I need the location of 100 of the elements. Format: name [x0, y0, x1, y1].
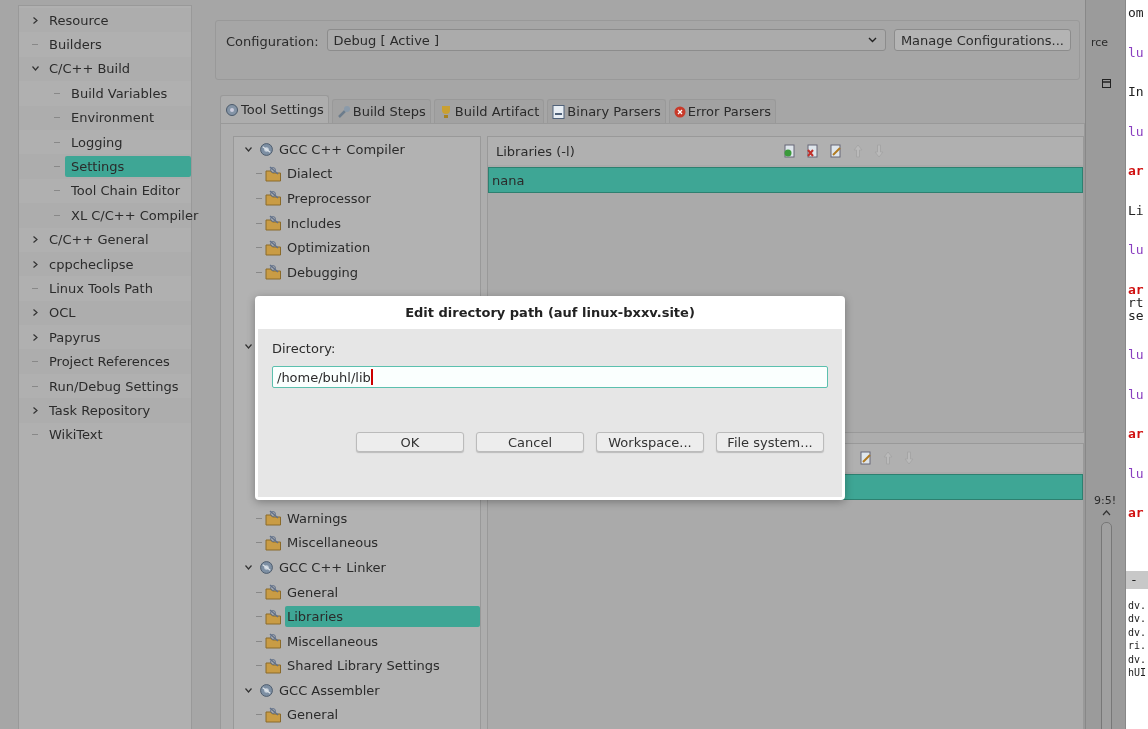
- dialog-button[interactable]: File system...: [716, 432, 824, 452]
- tree-item[interactable]: Dialect: [285, 163, 339, 185]
- tab[interactable]: Binary Parsers: [547, 99, 666, 123]
- configuration-label: Configuration:: [226, 33, 319, 49]
- folder-icon: [265, 657, 282, 674]
- dialog-button[interactable]: OK: [356, 432, 464, 452]
- code-line: se: [1128, 308, 1145, 322]
- minimize-icon[interactable]: [1102, 79, 1111, 88]
- panel-header: -: [1126, 571, 1148, 589]
- scrollbar[interactable]: [1101, 522, 1112, 729]
- folder-icon: [265, 707, 282, 723]
- tree-item[interactable]: XL C/C++ Compiler: [65, 204, 207, 226]
- chevron-right-icon[interactable]: [31, 333, 39, 341]
- tab[interactable]: Build Artifact: [433, 99, 545, 123]
- tree-item[interactable]: GCC Assembler: [277, 679, 386, 701]
- tree-item[interactable]: Preprocessor: [285, 188, 377, 209]
- folder-icon: [265, 215, 282, 232]
- dialog-title: Edit directory path (auf linux-bxxv.site): [404, 304, 696, 322]
- tree-item[interactable]: Miscellaneous: [285, 532, 385, 554]
- delete-icon[interactable]: [806, 144, 820, 158]
- code-line: ar: [1128, 282, 1145, 296]
- chevron-down-icon[interactable]: [244, 145, 252, 153]
- list-item[interactable]: nana: [488, 167, 1083, 193]
- gear-icon: [259, 682, 274, 698]
- tree-item[interactable]: Linux Tools Path: [43, 278, 161, 299]
- tree-item[interactable]: Run/Debug Settings: [43, 375, 187, 397]
- tree-item[interactable]: Build Variables: [65, 82, 176, 104]
- tree-item[interactable]: OCL: [43, 302, 84, 324]
- tree-item[interactable]: C/C++ General: [43, 229, 157, 251]
- gear-icon: [259, 141, 274, 157]
- code-line: ar: [1128, 506, 1145, 519]
- tree-item[interactable]: Logging: [65, 131, 131, 153]
- folder-icon: [265, 190, 282, 207]
- tree-item[interactable]: Builders: [43, 34, 110, 56]
- chevron-right-icon[interactable]: [31, 406, 39, 414]
- tree-item[interactable]: WikiText: [43, 424, 111, 446]
- tree-item[interactable]: Miscellaneous: [285, 630, 385, 652]
- tree-item[interactable]: Task Repository: [43, 399, 159, 421]
- code-line: Li: [1128, 203, 1145, 217]
- edit-icon[interactable]: [859, 451, 873, 465]
- configuration-dropdown[interactable]: Debug [ Active ]: [326, 29, 886, 51]
- code-line: om: [1128, 6, 1145, 19]
- directory-input[interactable]: /home/buhl/lib: [272, 366, 828, 388]
- folder-icon: [265, 264, 282, 281]
- chevron-down-icon: [867, 37, 877, 43]
- tree-item[interactable]: Project References: [43, 351, 178, 373]
- code-line: lu: [1128, 243, 1145, 256]
- error-icon: [673, 105, 686, 118]
- chevron-down-icon[interactable]: [244, 563, 252, 571]
- tree-item[interactable]: GCC C++ Compiler: [277, 138, 411, 160]
- tree-item[interactable]: Tool Chain Editor: [65, 180, 189, 202]
- dialog-button[interactable]: Workspace...: [596, 432, 704, 452]
- console-line: dv.: [1128, 652, 1148, 667]
- directory-label: Directory:: [272, 341, 337, 356]
- wrench-icon: [336, 104, 351, 119]
- code-line: ar: [1128, 427, 1145, 440]
- tree-item[interactable]: Resource: [43, 9, 117, 31]
- manage-configurations-button[interactable]: Manage Configurations...: [893, 29, 1071, 51]
- code-line: ar: [1128, 164, 1145, 177]
- console-line: ri.: [1128, 639, 1148, 653]
- chevron-down-icon[interactable]: [31, 65, 39, 73]
- folder-icon: [265, 534, 282, 551]
- console-line: dv.: [1128, 599, 1148, 613]
- add-icon[interactable]: [783, 144, 797, 158]
- folder-icon: [265, 633, 282, 650]
- tree-item[interactable]: Papyrus: [43, 326, 109, 348]
- folder-icon: [265, 510, 282, 527]
- tree-item[interactable]: GCC C++ Linker: [277, 556, 392, 578]
- code-line: In: [1128, 85, 1145, 98]
- tree-item[interactable]: General: [285, 704, 345, 726]
- chevron-right-icon[interactable]: [31, 16, 39, 24]
- tree-item[interactable]: Includes: [285, 212, 348, 234]
- chevron-up-icon[interactable]: [1102, 510, 1111, 516]
- tab[interactable]: Tool Settings: [220, 95, 329, 123]
- tab[interactable]: Error Parsers: [668, 99, 776, 123]
- chevron-right-icon[interactable]: [31, 236, 39, 244]
- code-line: lu: [1128, 387, 1145, 401]
- tree-item[interactable]: Settings: [65, 156, 191, 178]
- tree-item[interactable]: Warnings: [285, 507, 354, 529]
- chevron-down-icon[interactable]: [244, 342, 252, 350]
- chevron-down-icon[interactable]: [244, 686, 252, 694]
- tree-item[interactable]: Optimization: [285, 237, 377, 259]
- document-icon: [552, 104, 566, 119]
- tree-item[interactable]: cppcheclipse: [43, 253, 142, 275]
- gear-icon: [225, 102, 239, 117]
- dialog-button[interactable]: Cancel: [476, 432, 584, 452]
- libraries-title: Libraries (-l): [496, 143, 576, 159]
- tree-item[interactable]: General: [285, 581, 345, 603]
- tab[interactable]: Build Steps: [331, 99, 431, 123]
- edit-icon[interactable]: [829, 144, 843, 158]
- console-line: dv.: [1128, 625, 1148, 640]
- chevron-right-icon[interactable]: [31, 309, 39, 317]
- tree-item[interactable]: Shared Library Settings: [285, 655, 446, 677]
- tree-item[interactable]: Libraries: [285, 606, 480, 628]
- tree-item[interactable]: Debugging: [285, 261, 365, 283]
- tree-item[interactable]: Environment: [65, 107, 162, 129]
- tree-item[interactable]: C/C++ Build: [43, 58, 139, 80]
- code-line: lu: [1128, 466, 1145, 480]
- chevron-right-icon[interactable]: [31, 260, 39, 268]
- folder-icon: [265, 608, 282, 625]
